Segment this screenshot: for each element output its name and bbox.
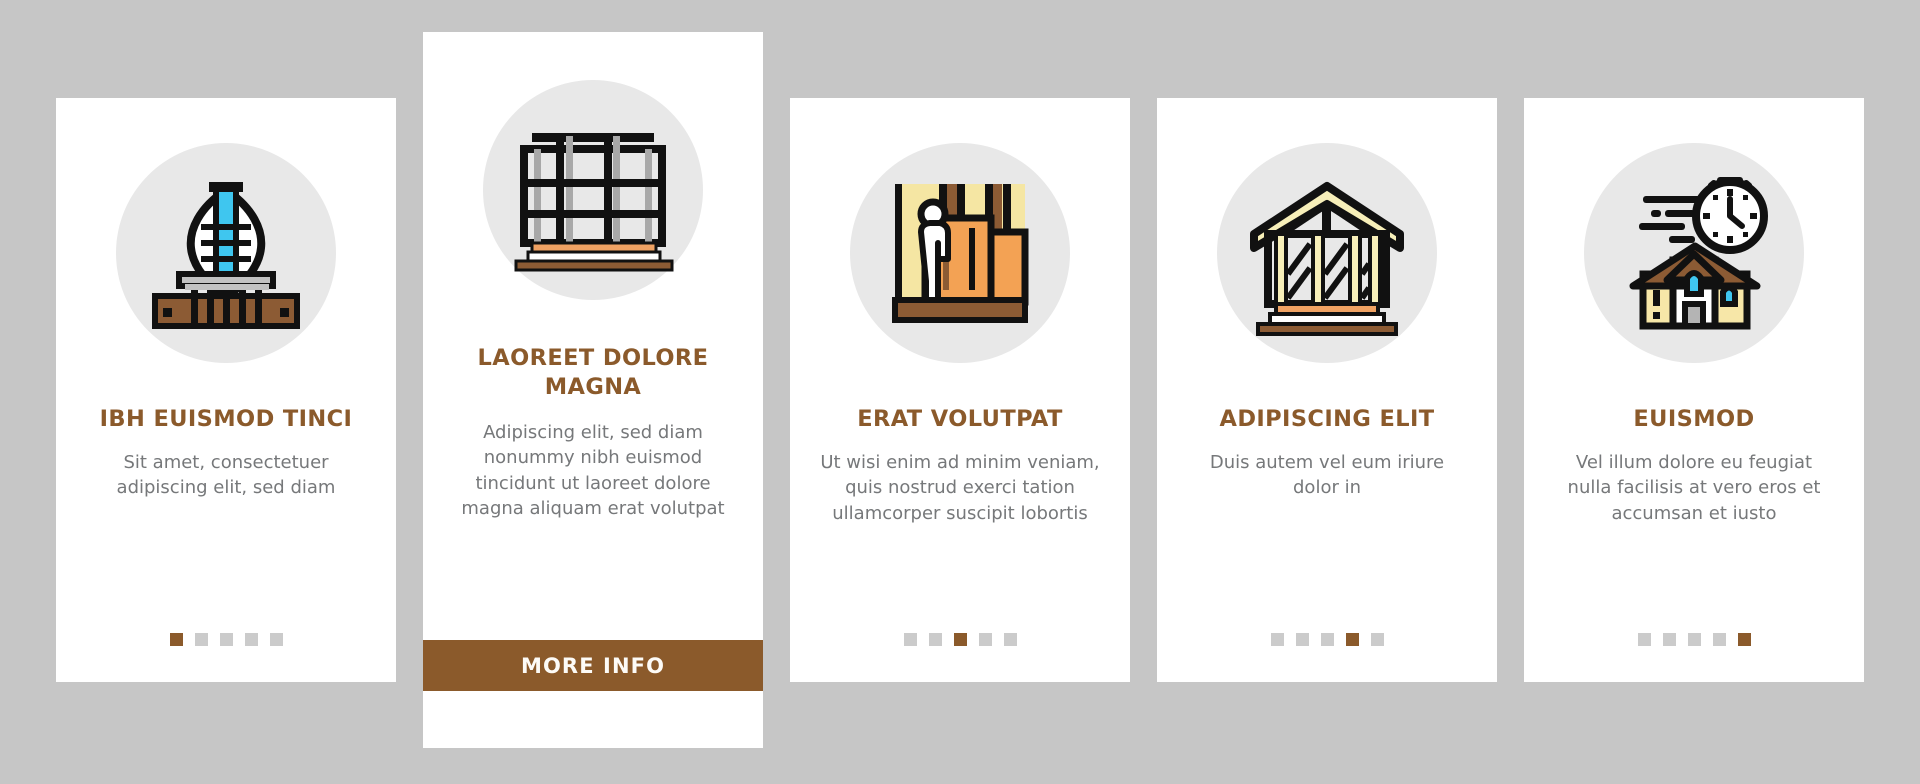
pagination-dot[interactable] (269, 633, 283, 646)
timber-frame-house-icon (1250, 182, 1404, 336)
card-body: Sit amet, consectetuer adipiscing elit, … (116, 451, 336, 499)
pagination-dot[interactable] (953, 633, 967, 646)
pagination-dots-1[interactable] (56, 633, 396, 646)
pagination-dot[interactable] (1637, 633, 1651, 646)
house-fast-build-clock-icon (1629, 177, 1768, 330)
pagination-dot[interactable] (1345, 633, 1359, 646)
onboarding-card-3[interactable]: ERAT VOLUTPAT Ut wisi enim ad minim veni… (790, 98, 1130, 682)
pagination-dots-4[interactable] (1157, 633, 1497, 646)
icon-circle-3 (850, 143, 1070, 363)
pagination-dot[interactable] (1003, 633, 1017, 646)
onboarding-screens-board: IBH EUISMOD TINCI Sit amet, consectetuer… (0, 0, 1920, 784)
onboarding-card-5[interactable]: EUISMOD Vel illum dolore eu feugiat null… (1524, 98, 1864, 682)
pagination-dot[interactable] (1370, 633, 1384, 646)
icon-circle-5 (1584, 143, 1804, 363)
card-title: IBH EUISMOD TINCI (99, 406, 353, 432)
card-body: Duis autem vel eum iriure dolor in (1209, 451, 1445, 499)
pagination-dot[interactable] (903, 633, 917, 646)
pagination-dot[interactable] (169, 633, 183, 646)
worker-installing-wall-panel-icon (892, 184, 1029, 323)
card-title: LAOREET DOLORE MAGNA (477, 345, 709, 400)
pagination-dot[interactable] (1687, 633, 1701, 646)
pagination-dot[interactable] (1270, 633, 1284, 646)
card-body: Vel illum dolore eu feugiat nulla facili… (1567, 451, 1821, 524)
onboarding-card-1[interactable]: IBH EUISMOD TINCI Sit amet, consectetuer… (56, 98, 396, 682)
icon-circle-2 (483, 80, 703, 300)
card-body: Adipiscing elit, sed diam nonummy nibh e… (461, 421, 725, 520)
pagination-dot[interactable] (1320, 633, 1334, 646)
building-frame-scaffolding-icon (514, 133, 674, 272)
card-title: ERAT VOLUTPAT (857, 406, 1063, 432)
card-title: EUISMOD (1633, 406, 1755, 432)
pagination-dot[interactable] (1712, 633, 1726, 646)
pagination-dot[interactable] (928, 633, 942, 646)
pagination-dots-3[interactable] (790, 633, 1130, 646)
ground-screw-foundation-icon (152, 182, 300, 329)
pagination-dot[interactable] (194, 633, 208, 646)
pagination-dot[interactable] (978, 633, 992, 646)
onboarding-card-2[interactable]: LAOREET DOLORE MAGNA Adipiscing elit, se… (423, 32, 763, 748)
pagination-dot[interactable] (219, 633, 233, 646)
card-body: Ut wisi enim ad minim veniam, quis nostr… (820, 451, 1100, 524)
pagination-dots-5[interactable] (1524, 633, 1864, 646)
pagination-dot[interactable] (1295, 633, 1309, 646)
icon-circle-4 (1217, 143, 1437, 363)
more-info-button[interactable]: MORE INFO (423, 640, 763, 691)
pagination-dot[interactable] (1662, 633, 1676, 646)
pagination-dot[interactable] (1737, 633, 1751, 646)
pagination-dot[interactable] (244, 633, 258, 646)
card-title: ADIPISCING ELIT (1219, 406, 1435, 432)
icon-circle-1 (116, 143, 336, 363)
onboarding-card-4[interactable]: ADIPISCING ELIT Duis autem vel eum iriur… (1157, 98, 1497, 682)
